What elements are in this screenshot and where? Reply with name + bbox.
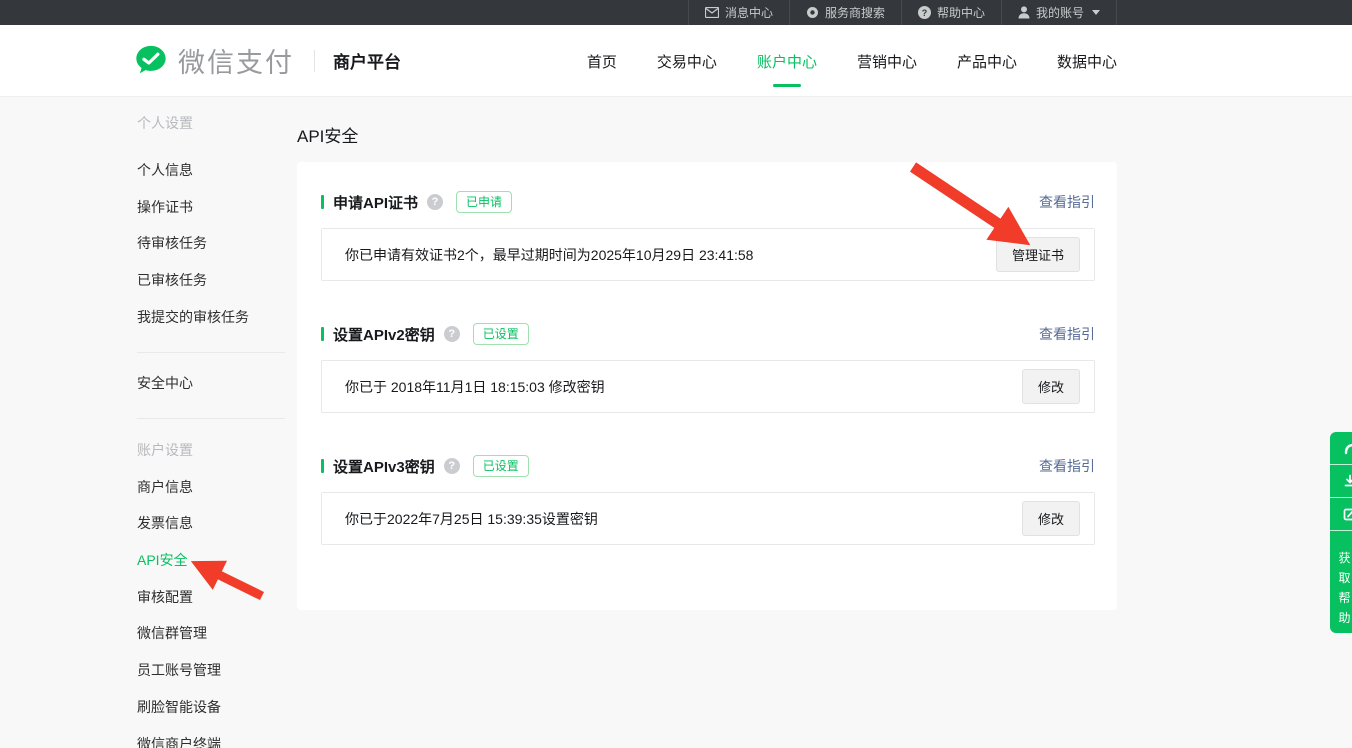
logo[interactable]: 微信支付 商户平台 bbox=[134, 41, 401, 80]
sidebar-item-my-submitted-review-tasks[interactable]: 我提交的审核任务 bbox=[137, 307, 249, 327]
sidebar-item-wechat-group-management[interactable]: 微信群管理 bbox=[137, 623, 207, 643]
section-title: 设置APIv2密钥 bbox=[333, 324, 435, 345]
api-security-card: 申请API证书 ? 已申请 查看指引 你已申请有效证书2个，最早过期时间为202… bbox=[297, 162, 1117, 610]
download-icon bbox=[1343, 474, 1352, 488]
topbar-item-provider-search[interactable]: 服务商搜索 bbox=[789, 0, 901, 25]
certificate-info-box: 你已申请有效证书2个，最早过期时间为2025年10月29日 23:41:58 管… bbox=[321, 228, 1095, 281]
sidebar-item-wechat-merchant-terminal[interactable]: 微信商户终端 bbox=[137, 734, 221, 748]
sidebar-item-review-config[interactable]: 审核配置 bbox=[137, 587, 193, 607]
wechat-pay-logo-icon bbox=[134, 44, 168, 78]
section-title: 申请API证书 bbox=[333, 192, 418, 213]
get-help-label[interactable]: 获取帮助 bbox=[1330, 531, 1352, 633]
search-icon bbox=[806, 6, 819, 19]
user-icon bbox=[1018, 6, 1030, 19]
nav-item-account-center[interactable]: 账户中心 bbox=[755, 25, 819, 97]
section-apply-api-certificate: 申请API证书 ? 已申请 查看指引 你已申请有效证书2个，最早过期时间为202… bbox=[321, 190, 1095, 281]
sidebar-item-reviewed-tasks[interactable]: 已审核任务 bbox=[137, 270, 207, 290]
section-marker bbox=[321, 195, 324, 209]
status-badge: 已申请 bbox=[456, 191, 512, 213]
status-badge: 已设置 bbox=[473, 323, 529, 345]
nav-item-home[interactable]: 首页 bbox=[585, 25, 619, 97]
portal-label: 商户平台 bbox=[333, 48, 401, 73]
feedback-edit-icon bbox=[1343, 507, 1352, 521]
mail-icon bbox=[705, 7, 719, 18]
status-badge: 已设置 bbox=[473, 455, 529, 477]
section-apiv2-key: 设置APIv2密钥 ? 已设置 查看指引 你已于 2018年11月1日 18:1… bbox=[321, 322, 1095, 413]
nav-item-data-center[interactable]: 数据中心 bbox=[1055, 25, 1119, 97]
section-apiv3-key: 设置APIv3密钥 ? 已设置 查看指引 你已于2022年7月25日 15:39… bbox=[321, 454, 1095, 545]
nav-item-product-center[interactable]: 产品中心 bbox=[955, 25, 1019, 97]
sidebar-item-face-payment-devices[interactable]: 刷脸智能设备 bbox=[137, 697, 221, 717]
modify-apiv3-key-button[interactable]: 修改 bbox=[1022, 501, 1080, 536]
view-guide-link[interactable]: 查看指引 bbox=[1039, 324, 1095, 344]
apiv2-key-info-box: 你已于 2018年11月1日 18:15:03 修改密钥 修改 bbox=[321, 360, 1095, 413]
question-mark-icon[interactable]: ? bbox=[444, 326, 460, 342]
apiv3-key-description: 你已于2022年7月25日 15:39:35设置密钥 bbox=[345, 509, 598, 529]
sidebar-section-personal-settings: 个人设置 bbox=[137, 113, 193, 133]
sidebar-item-security-center[interactable]: 安全中心 bbox=[137, 373, 193, 393]
chevron-down-icon bbox=[1092, 10, 1100, 15]
sidebar-item-operation-certificate[interactable]: 操作证书 bbox=[137, 197, 193, 217]
header: 微信支付 商户平台 首页 交易中心 账户中心 营销中心 产品中心 数据中心 bbox=[0, 25, 1352, 97]
logo-divider bbox=[314, 50, 315, 72]
topbar-item-message-center[interactable]: 消息中心 bbox=[688, 0, 789, 25]
section-marker bbox=[321, 459, 324, 473]
help-icon: ? bbox=[918, 6, 931, 19]
phone-icon bbox=[1343, 441, 1352, 455]
view-guide-link[interactable]: 查看指引 bbox=[1039, 456, 1095, 476]
topbar-menu: 消息中心 服务商搜索 ? 帮助中心 我的账号 bbox=[688, 0, 1117, 25]
sidebar-section-account-settings: 账户设置 bbox=[137, 440, 193, 460]
page-title: API安全 bbox=[297, 122, 358, 147]
help-widget-cell[interactable] bbox=[1330, 465, 1352, 498]
manage-certificate-button[interactable]: 管理证书 bbox=[996, 237, 1080, 272]
sidebar-item-api-security[interactable]: API安全 bbox=[137, 550, 188, 570]
nav-item-marketing-center[interactable]: 营销中心 bbox=[855, 25, 919, 97]
sidebar-divider bbox=[137, 418, 285, 419]
topbar-item-label: 我的账号 bbox=[1036, 4, 1084, 21]
main-nav: 首页 交易中心 账户中心 营销中心 产品中心 数据中心 bbox=[585, 25, 1119, 97]
sidebar-item-staff-account-management[interactable]: 员工账号管理 bbox=[137, 660, 221, 680]
help-widget-cell[interactable] bbox=[1330, 498, 1352, 531]
modify-apiv2-key-button[interactable]: 修改 bbox=[1022, 369, 1080, 404]
sidebar-item-merchant-info[interactable]: 商户信息 bbox=[137, 477, 193, 497]
view-guide-link[interactable]: 查看指引 bbox=[1039, 192, 1095, 212]
nav-item-transaction-center[interactable]: 交易中心 bbox=[655, 25, 719, 97]
section-marker bbox=[321, 327, 324, 341]
topbar-item-my-account[interactable]: 我的账号 bbox=[1001, 0, 1117, 25]
topbar-item-label: 帮助中心 bbox=[937, 4, 985, 21]
help-widget-cell[interactable] bbox=[1330, 432, 1352, 465]
topbar-item-label: 消息中心 bbox=[725, 4, 773, 21]
question-mark-icon[interactable]: ? bbox=[427, 194, 443, 210]
apiv2-key-description: 你已于 2018年11月1日 18:15:03 修改密钥 bbox=[345, 377, 605, 397]
apiv3-key-info-box: 你已于2022年7月25日 15:39:35设置密钥 修改 bbox=[321, 492, 1095, 545]
sidebar-item-personal-info[interactable]: 个人信息 bbox=[137, 160, 193, 180]
topbar: 消息中心 服务商搜索 ? 帮助中心 我的账号 bbox=[0, 0, 1352, 25]
section-title: 设置APIv3密钥 bbox=[333, 456, 435, 477]
svg-text:?: ? bbox=[922, 8, 928, 18]
sidebar-item-invoice-info[interactable]: 发票信息 bbox=[137, 513, 193, 533]
certificate-description: 你已申请有效证书2个，最早过期时间为2025年10月29日 23:41:58 bbox=[345, 245, 753, 265]
sidebar-item-pending-review-tasks[interactable]: 待审核任务 bbox=[137, 233, 207, 253]
help-widget[interactable]: 获取帮助 bbox=[1330, 432, 1352, 633]
topbar-item-label: 服务商搜索 bbox=[825, 4, 885, 21]
topbar-item-help-center[interactable]: ? 帮助中心 bbox=[901, 0, 1001, 25]
question-mark-icon[interactable]: ? bbox=[444, 458, 460, 474]
logo-text: 微信支付 bbox=[178, 41, 294, 80]
sidebar-divider bbox=[137, 352, 285, 353]
